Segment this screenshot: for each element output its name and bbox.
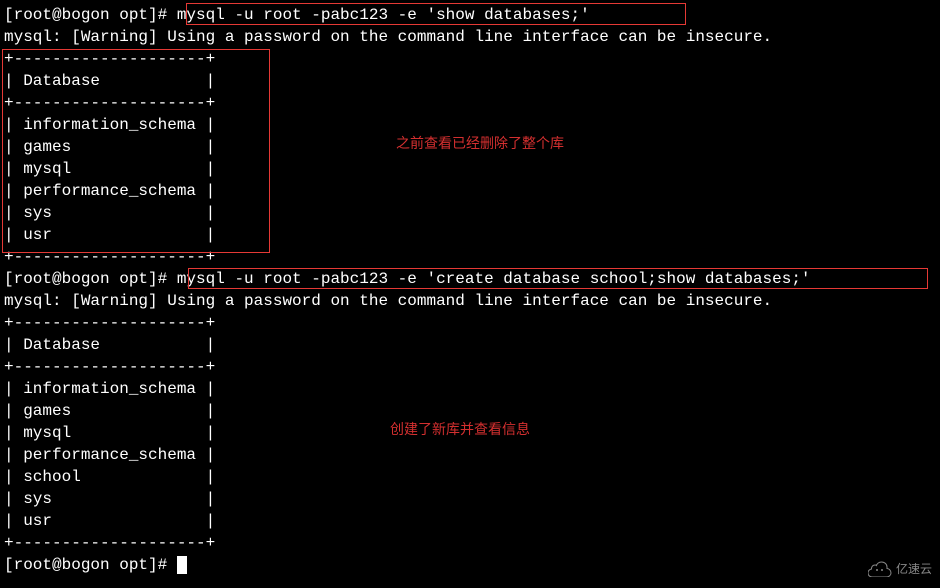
table-header: | Database |: [4, 70, 936, 92]
table-border: +--------------------+: [4, 312, 936, 334]
db-row: | sys |: [4, 202, 936, 224]
watermark-text: 亿速云: [896, 558, 932, 580]
warning-line-2: mysql: [Warning] Using a password on the…: [4, 290, 936, 312]
db-row: | mysql |: [4, 158, 936, 180]
prompt-line-1: [root@bogon opt]# mysql -u root -pabc123…: [4, 4, 936, 26]
table-border: +--------------------+: [4, 356, 936, 378]
shell-prompt: [root@bogon opt]#: [4, 556, 177, 574]
cloud-icon: [868, 561, 892, 577]
db-row: | performance_schema |: [4, 444, 936, 466]
db-row: | school |: [4, 466, 936, 488]
db-row: | performance_schema |: [4, 180, 936, 202]
prompt-line-3[interactable]: [root@bogon opt]#: [4, 554, 936, 576]
annotation-text-2: 创建了新库并查看信息: [390, 418, 530, 440]
db-row: | usr |: [4, 224, 936, 246]
warning-line-1: mysql: [Warning] Using a password on the…: [4, 26, 936, 48]
db-row: | usr |: [4, 510, 936, 532]
db-row: | information_schema |: [4, 378, 936, 400]
terminal-cursor: [177, 556, 187, 574]
command-text-2: mysql -u root -pabc123 -e 'create databa…: [177, 270, 811, 288]
table-border: +--------------------+: [4, 532, 936, 554]
table-border: +--------------------+: [4, 92, 936, 114]
shell-prompt: [root@bogon opt]#: [4, 6, 177, 24]
annotation-text-1: 之前查看已经删除了整个库: [396, 132, 564, 154]
db-row: | sys |: [4, 488, 936, 510]
watermark: 亿速云: [868, 558, 932, 580]
shell-prompt: [root@bogon opt]#: [4, 270, 177, 288]
prompt-line-2: [root@bogon opt]# mysql -u root -pabc123…: [4, 268, 936, 290]
command-text-1: mysql -u root -pabc123 -e 'show database…: [177, 6, 590, 24]
table-header: | Database |: [4, 334, 936, 356]
table-border: +--------------------+: [4, 246, 936, 268]
table-border: +--------------------+: [4, 48, 936, 70]
